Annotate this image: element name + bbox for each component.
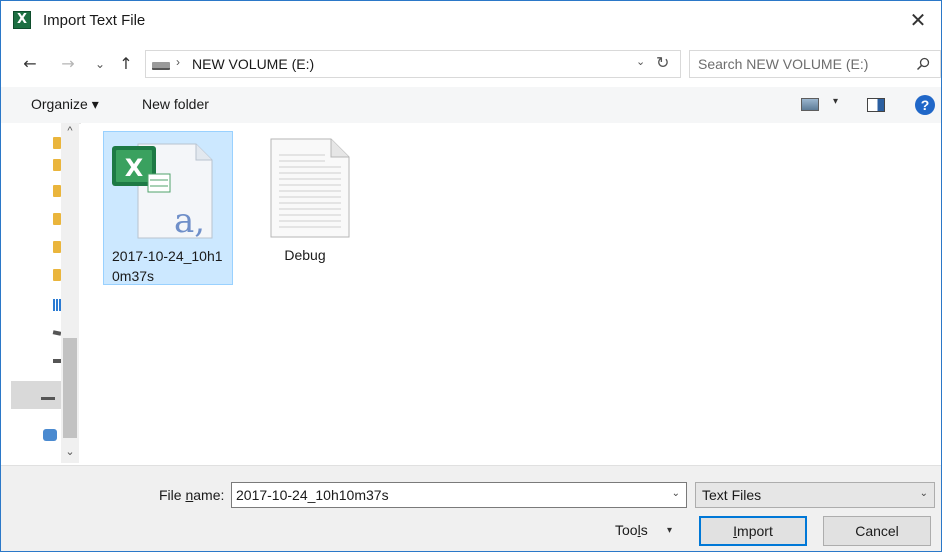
folder-icon[interactable] [53,213,61,225]
file-name-label: File name: [159,487,225,503]
file-type-select[interactable]: Text Files ⌄ [695,482,935,508]
search-box[interactable]: Search NEW VOLUME (E:) [689,50,941,78]
folder-icon[interactable] [53,137,61,149]
scroll-up-arrow[interactable]: ^ [61,125,79,139]
excel-csv-file-icon: X a, [112,143,213,241]
text-document-icon [270,138,350,238]
nav-scrollbar[interactable]: ^ ⌄ [61,123,79,463]
file-type-value[interactable]: Text Files [702,487,761,503]
new-folder-button[interactable]: New folder [142,96,209,112]
import-text-file-dialog: X Import Text File ✕ ← → ⌄ ↑ › NEW VOLUM… [0,0,942,552]
tools-dropdown-icon[interactable]: ▾ [667,525,672,536]
refresh-button[interactable]: ↻ [656,53,669,72]
address-bar[interactable]: › NEW VOLUME (E:) ⌄ ↻ [145,50,681,78]
drive-icon[interactable] [41,397,55,400]
folder-icon[interactable] [53,185,61,197]
back-button[interactable]: ← [19,51,41,77]
drive-icon [152,62,170,70]
file-item[interactable]: X a, 2017-10-24_10h1 0m37s [103,131,233,285]
search-icon[interactable] [916,57,930,71]
file-name-line-1: Debug [284,247,326,263]
file-list: X a, 2017-10-24_10h1 0m37s Debug [81,123,941,463]
network-icon[interactable] [43,429,57,441]
cancel-button[interactable]: Cancel [823,516,931,546]
up-button[interactable]: ↑ [115,51,137,77]
navigation-pane: ^ ⌄ [1,123,79,463]
forward-button[interactable]: → [57,51,79,77]
chevron-down-icon[interactable]: ⌄ [672,488,680,499]
file-name-value[interactable]: 2017-10-24_10h10m37s [236,487,389,503]
search-placeholder[interactable]: Search NEW VOLUME (E:) [698,56,868,72]
file-name-input[interactable]: 2017-10-24_10h10m37s ⌄ [231,482,687,508]
scroll-thumb[interactable] [63,338,77,438]
file-name-label[interactable]: Debug [247,245,363,265]
network-grid-icon[interactable] [53,299,61,311]
dialog-footer: File name: 2017-10-24_10h10m37s ⌄ Text F… [1,465,941,551]
recent-locations-button[interactable]: ⌄ [89,51,111,77]
navigation-bar: ← → ⌄ ↑ › NEW VOLUME (E:) ⌄ ↻ Search NEW… [1,47,941,83]
folder-icon[interactable] [53,241,61,253]
preview-pane-icon[interactable] [867,98,885,112]
folder-icon[interactable] [53,159,61,171]
help-icon[interactable]: ? [915,95,935,115]
scroll-down-arrow[interactable]: ⌄ [61,445,79,459]
file-name-line-1: 2017-10-24_10h1 [112,248,223,264]
address-dropdown-icon[interactable]: ⌄ [636,55,645,68]
window-title: Import Text File [43,12,146,29]
svg-text:a,: a, [174,201,205,241]
title-bar: X Import Text File ✕ [1,1,941,41]
excel-icon: X [13,11,31,29]
folder-icon[interactable] [53,269,61,281]
svg-text:X: X [125,154,144,182]
change-view-icon[interactable] [801,98,819,111]
file-name-line-2: 0m37s [112,268,155,284]
organize-menu[interactable]: Organize ▾ [31,96,99,113]
breadcrumb-separator: › [176,55,180,69]
selected-nav-item[interactable] [11,381,61,409]
command-bar: Organize ▾ New folder ▾ ? [1,87,941,124]
tools-menu[interactable]: Tools [615,522,648,538]
breadcrumb-location[interactable]: NEW VOLUME (E:) [192,56,314,72]
chevron-down-icon[interactable]: ⌄ [920,488,928,499]
view-options-dropdown[interactable]: ▾ [833,96,838,107]
close-button[interactable]: ✕ [895,1,941,41]
file-name-label[interactable]: 2017-10-24_10h1 0m37s [112,246,228,286]
file-item[interactable]: Debug [243,131,373,285]
import-button[interactable]: Import [699,516,807,546]
